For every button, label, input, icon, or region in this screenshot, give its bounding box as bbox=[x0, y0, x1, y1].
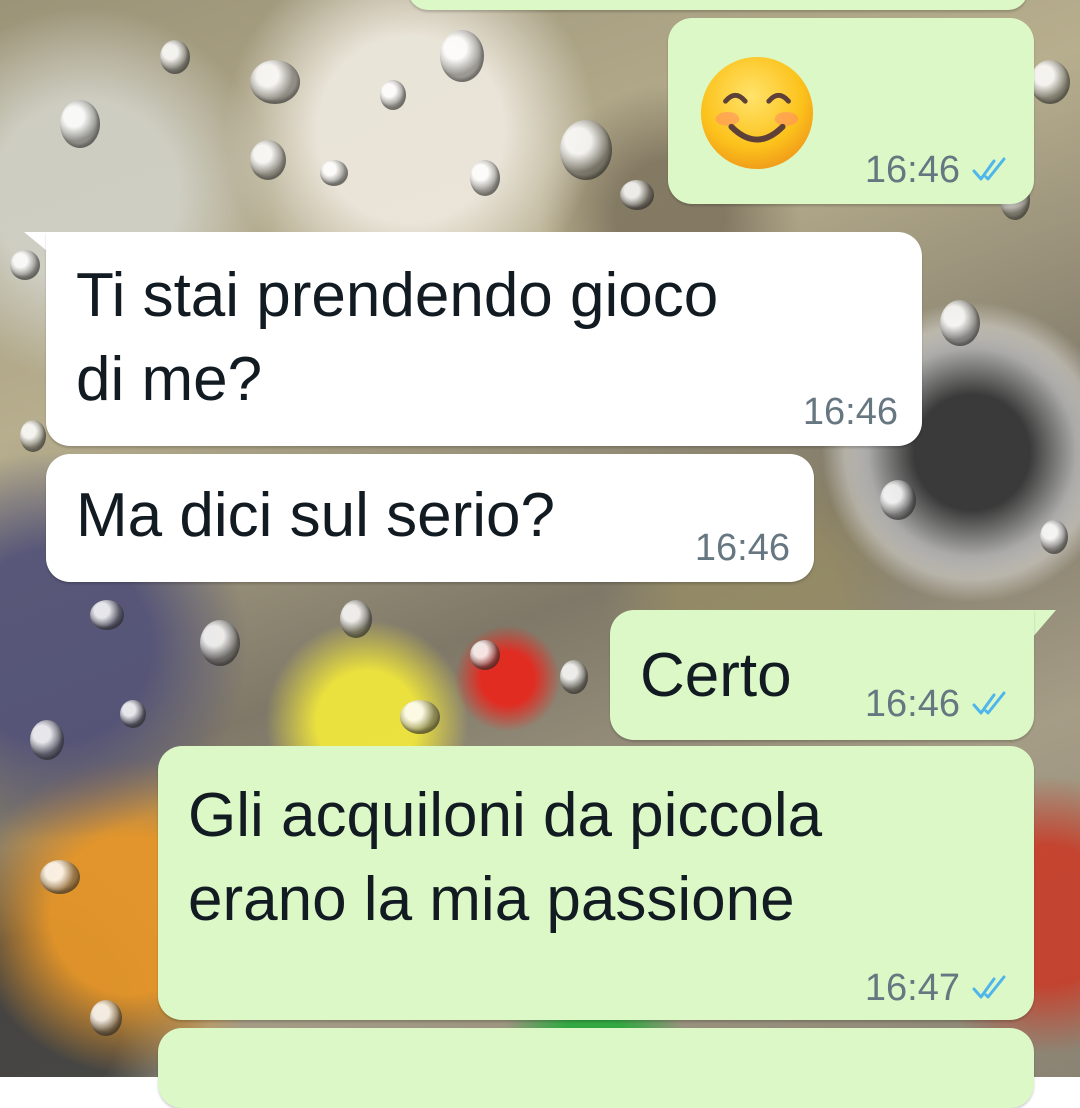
message-text: Certo bbox=[640, 641, 792, 710]
message-text-line-2: di me? bbox=[76, 345, 263, 414]
message-timestamp: 16:46 bbox=[694, 527, 790, 569]
message-text-line-1: Ti stai prendendo gioco bbox=[76, 261, 719, 330]
partial-message-bubble-bottom[interactable] bbox=[158, 1028, 1034, 1108]
double-check-read-icon bbox=[972, 157, 1006, 181]
smiling-face-emoji-icon bbox=[700, 56, 814, 170]
message-text-line-1: Gli acquiloni da piccola bbox=[188, 781, 823, 850]
double-check-read-icon bbox=[972, 691, 1006, 715]
message-bubble-outgoing[interactable]: Gli acquiloni da piccola erano la mia pa… bbox=[158, 746, 1034, 1020]
message-bubble-incoming[interactable]: Ma dici sul serio? 16:46 bbox=[46, 454, 814, 582]
message-bubble-outgoing[interactable]: 16:46 bbox=[668, 18, 1034, 204]
message-text: Ma dici sul serio? bbox=[76, 481, 555, 550]
message-meta: 16:46 bbox=[695, 526, 790, 570]
message-timestamp: 16:47 bbox=[864, 967, 960, 1009]
message-text-line-2: erano la mia passione bbox=[188, 865, 795, 934]
message-meta: 16:47 bbox=[865, 966, 1010, 1010]
message-timestamp: 16:46 bbox=[864, 683, 960, 725]
double-check-read-icon bbox=[972, 975, 1006, 999]
message-meta: 16:46 bbox=[865, 148, 1010, 192]
message-timestamp: 16:46 bbox=[864, 149, 960, 191]
message-meta: 16:46 bbox=[865, 682, 1010, 726]
outgoing-bubble-tail bbox=[1032, 610, 1056, 638]
message-meta: 16:46 bbox=[803, 390, 898, 434]
partial-message-bubble-top[interactable] bbox=[408, 0, 1028, 10]
message-timestamp: 16:46 bbox=[802, 391, 898, 433]
message-bubble-outgoing[interactable]: Certo 16:46 bbox=[610, 610, 1034, 740]
message-bubble-incoming[interactable]: Ti stai prendendo gioco di me? 16:46 bbox=[46, 232, 922, 446]
